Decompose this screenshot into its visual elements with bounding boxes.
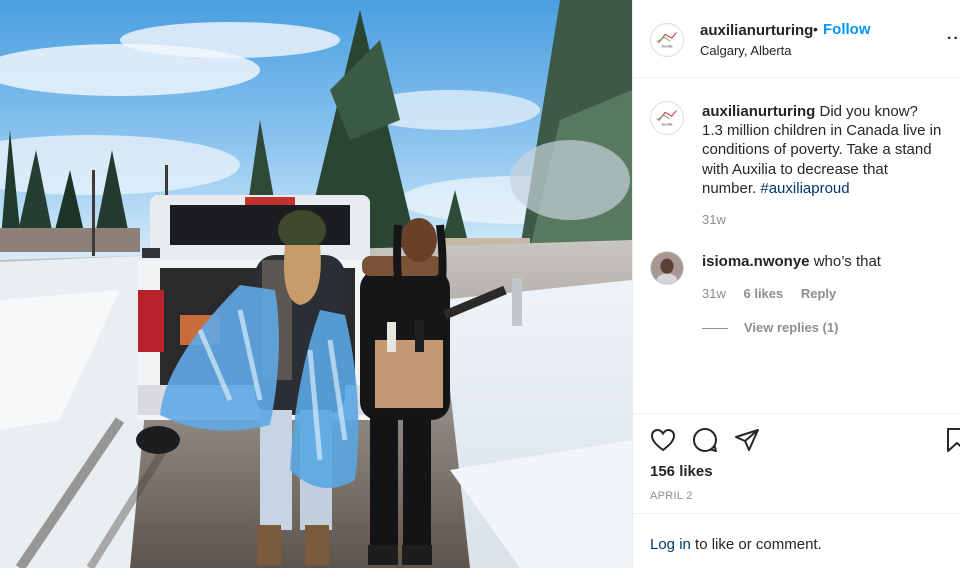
avatar-photo-icon — [651, 252, 683, 284]
reply-button[interactable]: Reply — [801, 286, 836, 301]
more-options-icon[interactable]: ··· — [947, 30, 960, 48]
caption-username[interactable]: auxilianurturing — [702, 103, 815, 120]
caption-avatar[interactable]: Auxilia — [650, 101, 684, 135]
post-caption: auxilianurturing Did you know? 1.3 milli… — [702, 102, 942, 198]
post-date[interactable]: APRIL 2 — [650, 490, 693, 502]
commenter-avatar[interactable] — [650, 251, 684, 285]
share-icon[interactable] — [733, 426, 761, 454]
comment-username[interactable]: isioma.nwonye — [702, 253, 810, 270]
profile-avatar[interactable]: Auxilia — [650, 23, 684, 57]
comment-likes[interactable]: 6 likes — [743, 286, 783, 301]
comment-text: who’s that — [809, 253, 881, 270]
post-header: Auxilia auxilianurturing • Follow Calgar… — [633, 0, 960, 78]
login-text: Log in to like or comment. — [650, 536, 822, 553]
svg-text:Auxilia: Auxilia — [661, 45, 673, 49]
comment-icon[interactable] — [691, 426, 719, 454]
post-actions: 156 likes APRIL 2 — [633, 413, 960, 513]
view-replies-button[interactable]: View replies (1) — [744, 320, 838, 335]
post-location[interactable]: Calgary, Alberta — [700, 43, 792, 58]
post-side-panel: Auxilia auxilianurturing • Follow Calgar… — [632, 0, 960, 568]
login-prompt: Log in to like or comment. — [633, 513, 960, 568]
follow-button[interactable]: Follow — [823, 21, 871, 38]
bookmark-icon[interactable] — [943, 426, 960, 454]
caption-hashtag[interactable]: #auxiliaproud — [760, 180, 849, 197]
auxilia-logo-icon: Auxilia — [656, 110, 677, 127]
replies-divider — [702, 328, 728, 329]
login-suffix: to like or comment. — [690, 536, 822, 553]
post-username[interactable]: auxilianurturing — [700, 22, 813, 39]
comment: isioma.nwonye who’s that — [702, 253, 881, 270]
heart-icon[interactable] — [649, 426, 677, 454]
post-photo — [0, 0, 632, 568]
like-count[interactable]: 156 likes — [650, 463, 713, 480]
auxilia-logo-icon: Auxilia — [656, 32, 677, 49]
login-link[interactable]: Log in — [650, 536, 691, 553]
caption-timestamp[interactable]: 31w — [702, 212, 726, 227]
comment-timestamp[interactable]: 31w — [702, 286, 726, 301]
svg-text:Auxilia: Auxilia — [661, 123, 673, 127]
comment-meta: 31w 6 likes Reply — [702, 286, 850, 301]
separator-dot: • — [813, 21, 818, 37]
